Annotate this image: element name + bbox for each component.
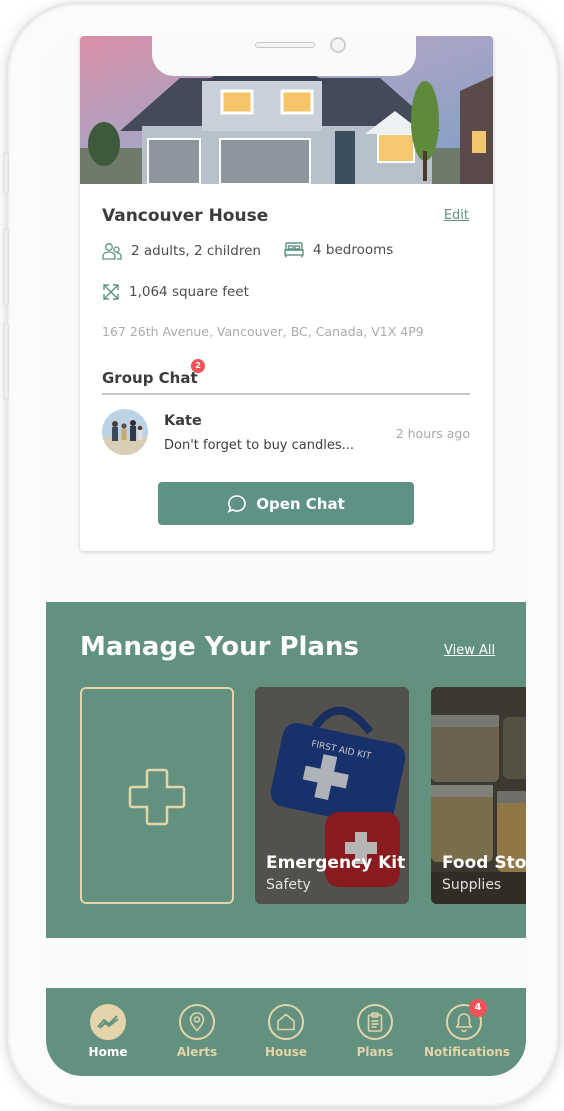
bottom-nav: Home Alerts House Plans 4 Notifications bbox=[46, 988, 526, 1076]
open-chat-button[interactable]: Open Chat bbox=[158, 482, 414, 525]
edit-house-link[interactable]: Edit bbox=[444, 208, 469, 223]
group-chat-title: Group Chat bbox=[102, 369, 198, 387]
chat-bubble-icon bbox=[227, 494, 246, 513]
nav-item-notifications[interactable]: 4 Notifications bbox=[424, 999, 511, 1059]
plans-title: Manage Your Plans bbox=[80, 632, 359, 662]
area-info: 1,064 square feet bbox=[102, 283, 249, 301]
plan-card-food-stock[interactable]: Food Stock Supplies bbox=[431, 687, 526, 904]
house-icon bbox=[277, 1013, 295, 1031]
nav-item-plans[interactable]: Plans bbox=[335, 1004, 415, 1059]
house-card: Vancouver House Edit 2 adults, 2 childre… bbox=[80, 36, 493, 551]
plan-category: Safety bbox=[266, 877, 311, 893]
app-screen: Vancouver House Edit 2 adults, 2 childre… bbox=[46, 36, 526, 1076]
location-pin-icon bbox=[189, 1012, 205, 1032]
nav-item-house[interactable]: House bbox=[246, 1004, 326, 1059]
bed-icon bbox=[284, 242, 304, 258]
nav-icon-circle bbox=[268, 1004, 304, 1040]
divider bbox=[102, 393, 470, 395]
volume-down-button bbox=[3, 322, 9, 400]
area-text: 1,064 square feet bbox=[129, 284, 249, 300]
nav-item-home[interactable]: Home bbox=[68, 1004, 148, 1059]
chat-unread-badge: 2 bbox=[191, 359, 205, 373]
clipboard-icon bbox=[367, 1012, 383, 1032]
occupants-text: 2 adults, 2 children bbox=[131, 243, 261, 259]
nav-label: House bbox=[264, 1045, 308, 1059]
nav-label: Notifications bbox=[424, 1045, 511, 1059]
open-chat-label: Open Chat bbox=[256, 494, 345, 513]
occupants-info: 2 adults, 2 children bbox=[102, 242, 261, 260]
nav-label: Home bbox=[88, 1045, 128, 1059]
front-camera bbox=[330, 37, 346, 53]
nav-item-alerts[interactable]: Alerts bbox=[157, 1004, 237, 1059]
notification-badge: 4 bbox=[469, 999, 487, 1017]
volume-up-button bbox=[3, 228, 9, 306]
plan-card-emergency-kit[interactable]: FIRST AID KIT Emergency Kit Safety bbox=[255, 687, 409, 904]
speaker-grille bbox=[255, 42, 315, 48]
plan-category: Supplies bbox=[442, 877, 502, 893]
message-preview: Don't forget to buy candles... bbox=[164, 438, 355, 453]
bell-icon bbox=[455, 1013, 473, 1032]
view-all-plans-link[interactable]: View All bbox=[444, 643, 495, 658]
nav-icon-circle bbox=[179, 1004, 215, 1040]
nav-label: Alerts bbox=[176, 1045, 218, 1059]
add-plan-button[interactable] bbox=[80, 687, 234, 904]
plus-icon bbox=[128, 768, 186, 826]
plans-section: Manage Your Plans View All FIRST AID KIT… bbox=[46, 602, 526, 938]
mute-switch bbox=[3, 152, 9, 194]
nav-label: Plans bbox=[356, 1045, 394, 1059]
message-sender: Kate bbox=[164, 413, 202, 429]
people-icon bbox=[102, 243, 122, 260]
home-trend-icon bbox=[97, 1015, 119, 1029]
bedrooms-info: 4 bedrooms bbox=[284, 242, 393, 258]
bedrooms-text: 4 bedrooms bbox=[313, 242, 394, 258]
phone-notch bbox=[152, 36, 416, 76]
nav-icon-circle bbox=[357, 1004, 393, 1040]
expand-arrows-icon bbox=[103, 284, 119, 300]
message-time: 2 hours ago bbox=[395, 426, 470, 441]
house-address: 167 26th Avenue, Vancouver, BC, Canada, … bbox=[102, 324, 424, 339]
house-name: Vancouver House bbox=[102, 206, 269, 226]
avatar bbox=[102, 409, 148, 455]
plan-name: Emergency Kit bbox=[266, 853, 406, 873]
plan-name: Food Stock bbox=[442, 853, 526, 873]
nav-icon-circle bbox=[90, 1004, 126, 1040]
